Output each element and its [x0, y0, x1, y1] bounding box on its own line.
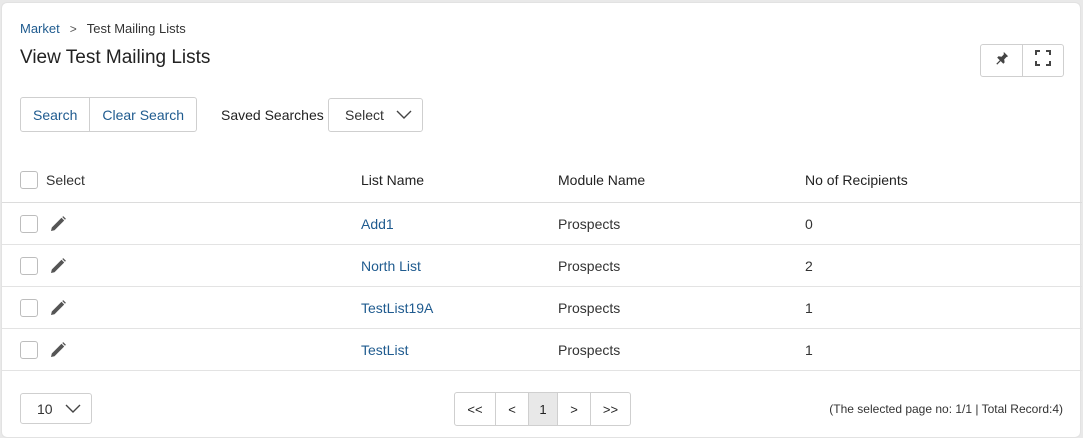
page-1-button[interactable]: 1	[528, 393, 557, 425]
breadcrumb-market-link[interactable]: Market	[20, 21, 60, 36]
chevron-down-icon	[396, 108, 412, 124]
page-size-value: 10	[37, 400, 53, 417]
pencil-icon[interactable]	[49, 299, 67, 317]
fullscreen-button[interactable]	[1022, 45, 1063, 76]
search-button-group: Search Clear Search	[20, 97, 198, 132]
module-name-cell: Prospects	[558, 215, 621, 232]
pagination: << < 1 > >>	[454, 392, 631, 426]
row-checkbox[interactable]	[20, 340, 38, 359]
recipients-cell: 1	[805, 341, 813, 358]
pencil-icon[interactable]	[49, 215, 67, 233]
clear-search-button[interactable]: Clear Search	[89, 98, 196, 131]
next-page-button[interactable]: >	[557, 393, 590, 425]
fullscreen-icon	[1035, 50, 1051, 71]
top-actions	[980, 44, 1064, 77]
chevron-down-icon	[65, 402, 81, 418]
breadcrumb-current: Test Mailing Lists	[86, 21, 186, 36]
page-title: View Test Mailing Lists	[20, 47, 211, 68]
list-name-link[interactable]: North List	[361, 245, 421, 286]
header-module-name: Module Name	[558, 172, 646, 188]
search-button[interactable]: Search	[21, 98, 89, 131]
table-row: TestList19A Prospects 1	[2, 287, 1082, 329]
saved-searches-value: Select	[345, 107, 384, 123]
row-checkbox[interactable]	[20, 256, 38, 275]
mailing-lists-table: Select List Name Module Name No of Recip…	[2, 158, 1082, 371]
table-header-row: Select List Name Module Name No of Recip…	[2, 158, 1082, 203]
row-actions-cell	[20, 203, 67, 244]
list-name-link[interactable]: Add1	[361, 203, 394, 244]
list-name-link[interactable]: TestList19A	[361, 287, 433, 328]
breadcrumb-separator: >	[69, 21, 77, 36]
page-info-text: (The selected page no: 1/1 | Total Recor…	[829, 402, 1063, 416]
pin-button[interactable]	[981, 45, 1022, 76]
last-page-button[interactable]: >>	[590, 393, 630, 425]
header-list-name: List Name	[361, 172, 425, 188]
saved-searches-select[interactable]: Select	[328, 98, 423, 132]
pencil-icon[interactable]	[49, 341, 67, 359]
table-row: TestList Prospects 1	[2, 329, 1082, 371]
main-panel: Market > Test Mailing Lists View Test Ma…	[1, 2, 1082, 438]
row-actions-cell	[20, 329, 67, 370]
row-actions-cell	[20, 287, 67, 328]
header-select-label: Select	[46, 172, 85, 188]
table-row: North List Prospects 2	[2, 245, 1082, 287]
recipients-cell: 1	[805, 299, 813, 316]
pencil-icon[interactable]	[49, 257, 67, 275]
header-select-cell: Select	[20, 158, 85, 202]
pin-icon	[995, 51, 1009, 70]
module-name-cell: Prospects	[558, 299, 621, 316]
page-size-select[interactable]: 10	[20, 393, 92, 424]
prev-page-button[interactable]: <	[495, 393, 528, 425]
select-all-checkbox[interactable]	[20, 171, 38, 189]
recipients-cell: 2	[805, 257, 813, 274]
header-recipients: No of Recipients	[805, 172, 908, 188]
saved-searches-label: Saved Searches	[221, 107, 324, 123]
list-name-link[interactable]: TestList	[361, 329, 408, 370]
breadcrumb: Market > Test Mailing Lists	[20, 21, 186, 36]
table-row: Add1 Prospects 0	[2, 203, 1082, 245]
row-checkbox[interactable]	[20, 214, 38, 233]
recipients-cell: 0	[805, 215, 813, 232]
row-actions-cell	[20, 245, 67, 286]
first-page-button[interactable]: <<	[455, 393, 495, 425]
module-name-cell: Prospects	[558, 341, 621, 358]
module-name-cell: Prospects	[558, 257, 621, 274]
row-checkbox[interactable]	[20, 298, 38, 317]
